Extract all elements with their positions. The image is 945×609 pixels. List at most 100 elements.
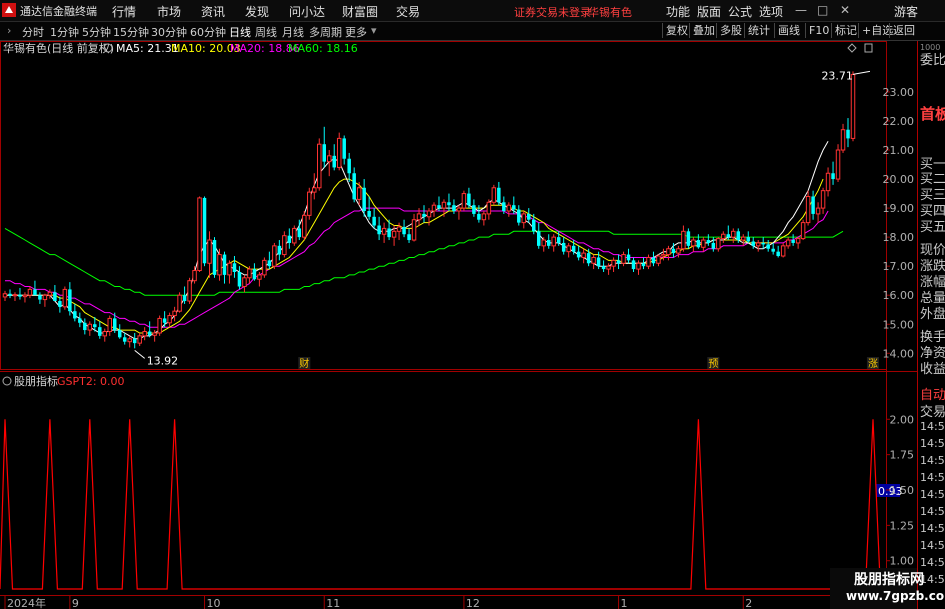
menu-item-discover[interactable]: 发现	[245, 3, 269, 20]
tab-60min[interactable]: 60分钟	[190, 24, 226, 40]
candle-body	[98, 327, 102, 336]
tab-monthly[interactable]: 月线	[282, 24, 304, 40]
tab-5min[interactable]: 5分钟	[82, 24, 111, 40]
menu-item-layout[interactable]: 版面	[697, 3, 721, 20]
mark-button[interactable]: 标记	[831, 23, 860, 38]
candle-body	[606, 265, 611, 270]
candle	[481, 211, 487, 226]
menu-item-trade[interactable]: 交易	[396, 3, 420, 20]
expand-diamond-icon[interactable]	[847, 43, 857, 53]
price-tick-label: 15.00	[883, 318, 915, 331]
guest-label[interactable]: 游客	[894, 3, 918, 20]
menu-item-function[interactable]: 功能	[666, 3, 690, 20]
candle	[287, 228, 292, 249]
candle	[741, 234, 746, 246]
candle-body	[157, 317, 162, 334]
toolbar-arrow-icon[interactable]: ›	[7, 24, 11, 37]
candle	[546, 234, 551, 249]
candle-body	[177, 294, 182, 312]
back-button[interactable]: 返回	[889, 23, 918, 38]
app-logo-icon	[2, 3, 16, 17]
menu-bar: 通达信金融终端 行情 市场 资讯 发现 问小达 财富圈 交易 证券交易未登录 华…	[0, 0, 945, 22]
candle	[267, 251, 272, 270]
candle-body	[502, 202, 506, 211]
overlay-button[interactable]: 叠加	[689, 23, 718, 38]
candle	[98, 321, 102, 339]
candle-body	[93, 324, 97, 328]
candle-body	[83, 322, 87, 331]
candle-body	[372, 216, 376, 226]
candle	[33, 280, 37, 296]
tab-1min[interactable]: 1分钟	[50, 24, 79, 40]
tab-weekly[interactable]: 周线	[255, 24, 277, 40]
candle	[755, 240, 761, 252]
panel-toggle-icon[interactable]	[864, 43, 873, 53]
price-tick-label: 19.00	[883, 202, 915, 215]
candle	[242, 274, 247, 293]
candle-body	[741, 236, 746, 241]
menu-item-news[interactable]: 资讯	[201, 3, 225, 20]
candle-body	[641, 263, 646, 267]
indicator-tick-label: 1.50	[890, 484, 915, 497]
candle-body	[850, 74, 856, 139]
menu-item-quotes[interactable]: 行情	[112, 3, 136, 20]
candle	[347, 152, 351, 182]
trade-login-warning[interactable]: 证券交易未登录	[514, 4, 591, 20]
candle-body	[431, 204, 437, 212]
f10-button[interactable]: F10	[805, 23, 832, 38]
candle	[132, 332, 137, 349]
draw-line-button[interactable]: 画线	[774, 23, 803, 38]
candle-body	[497, 187, 501, 203]
candle-body	[696, 240, 701, 248]
tab-multi-period[interactable]: 多周期	[309, 24, 342, 40]
menu-item-wealth[interactable]: 财富圈	[342, 3, 378, 20]
more-dropdown-icon[interactable]: ▾	[371, 24, 377, 37]
kline-chart[interactable]: 华锡有色(日线 前复权) MA5: 21.31 MA10: 20.03 MA20…	[0, 41, 917, 609]
adjust-button[interactable]: 复权	[662, 23, 691, 38]
candle-body	[611, 259, 616, 267]
candle	[87, 321, 93, 336]
indicator-settings-icon[interactable]	[2, 376, 12, 386]
minimize-icon[interactable]: —	[795, 3, 807, 17]
menu-item-ask[interactable]: 问小达	[289, 3, 325, 20]
tab-daily[interactable]: 日线	[229, 24, 251, 40]
candle-body	[292, 227, 297, 244]
candle-body	[302, 214, 307, 238]
tab-15min[interactable]: 15分钟	[113, 24, 149, 40]
candle-body	[835, 149, 841, 180]
candle-body	[122, 337, 127, 342]
candle	[352, 167, 356, 203]
candle-body	[706, 240, 711, 243]
candle-body	[447, 202, 451, 206]
candle	[656, 254, 661, 267]
candle	[107, 315, 112, 336]
candle-body	[73, 311, 77, 319]
candle-body	[416, 213, 422, 221]
trade-time-1: 14:55	[920, 420, 945, 433]
candle	[601, 260, 606, 272]
menu-item-formula[interactable]: 公式	[728, 3, 752, 20]
restore-icon[interactable]: □	[817, 3, 828, 17]
candle	[521, 211, 527, 229]
menu-item-options[interactable]: 选项	[759, 3, 783, 20]
candle-body	[342, 138, 346, 159]
candle-body	[437, 205, 441, 209]
tab-more[interactable]: 更多	[345, 24, 367, 40]
candle-body	[616, 260, 621, 264]
tab-timeshare[interactable]: 分时	[22, 24, 44, 40]
tab-30min[interactable]: 30分钟	[151, 24, 187, 40]
multi-stock-button[interactable]: 多股	[716, 23, 745, 38]
candle	[581, 248, 586, 264]
close-icon[interactable]: ✕	[840, 3, 850, 17]
candle-body	[811, 196, 815, 214]
candle-body	[132, 338, 137, 344]
statistics-button[interactable]: 统计	[744, 23, 773, 38]
candle	[102, 328, 108, 342]
candle-body	[506, 204, 512, 212]
menu-item-market[interactable]: 市场	[157, 3, 181, 20]
candle-body	[18, 294, 22, 297]
candle-body	[362, 187, 366, 211]
candle-body	[481, 213, 487, 221]
watermark-url: www.7gpzb.com	[846, 589, 945, 603]
candle-body	[2, 293, 8, 298]
